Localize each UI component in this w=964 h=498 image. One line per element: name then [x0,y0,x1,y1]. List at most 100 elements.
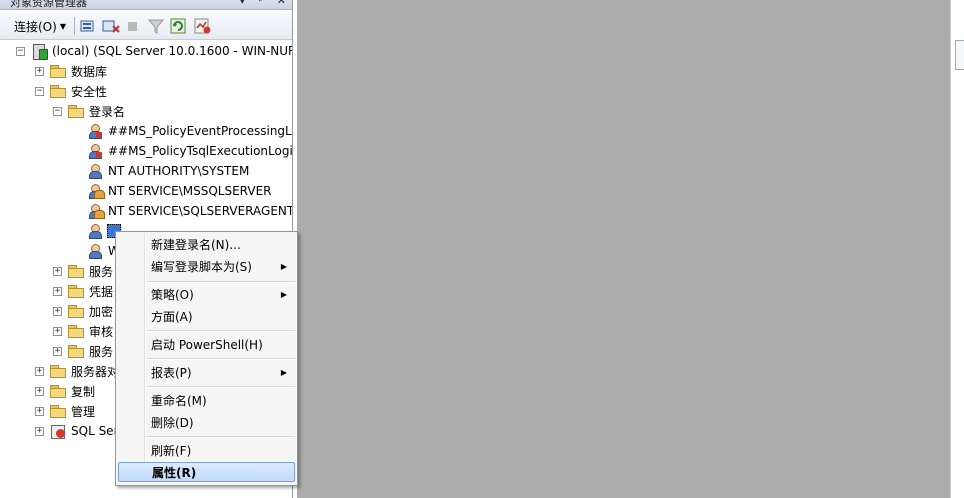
activity-monitor-button[interactable] [194,17,212,35]
node-label: 凭据 [89,284,114,299]
tree-node-databases[interactable]: + 数据库 [35,62,107,80]
tree-node-server[interactable]: − (local) (SQL Server 10.0.1600 - WIN-NU… [16,42,293,60]
stop-button[interactable] [126,17,140,35]
collapse-icon[interactable]: − [35,86,44,96]
databases-label: 数据库 [71,64,108,79]
tree-node-login[interactable]: NT SERVICE\SQLSERVERAGENT [87,202,293,220]
node-label: 服务 [89,344,114,359]
menu-item-label: 属性(R) [152,465,197,480]
close-icon[interactable]: ✕ [277,0,286,7]
tree-node-login[interactable]: ##MS_PolicyTsqlExecutionLogir [87,142,292,160]
filter-button[interactable] [148,17,164,35]
node-label: 服务 [89,264,114,279]
context-menu: 新建登录名(N)... 编写登录脚本为(S) ▶ 策略(O) ▶ 方面(A) 启… [115,231,298,486]
menu-item-delete[interactable]: 删除(D) [118,412,295,432]
server-label: (local) (SQL Server 10.0.1600 - WIN-NUR [52,44,293,58]
folder-icon [68,345,84,358]
login-label: NT SERVICE\MSSQLSERVER [108,184,272,198]
right-tool-strip [950,0,964,498]
login-user-icon [87,243,103,259]
panel-title-bar: 对象资源管理器 ▾ ᵖ ✕ [0,0,292,10]
expand-icon[interactable]: + [35,426,44,436]
panel-dropdown-icon[interactable]: ▾ [240,0,246,7]
menu-item-refresh[interactable]: 刷新(F) [118,440,295,460]
tree-node-security-child[interactable]: + 审核 [53,322,113,340]
tree-node-management[interactable]: + 管理 [35,402,95,420]
menu-item-reports[interactable]: 报表(P) ▶ [118,362,295,382]
refresh-icon [170,18,186,34]
menu-item-label: 重命名(M) [151,393,207,408]
collapse-icon[interactable]: − [16,46,25,56]
tree-node-security-child[interactable]: + 加密 [53,302,113,320]
expand-icon[interactable]: + [53,306,62,316]
expand-icon[interactable]: + [35,66,44,76]
folder-icon [50,365,66,378]
chevron-down-icon: ▼ [59,21,66,31]
menu-item-script-login[interactable]: 编写登录脚本为(S) ▶ [118,256,295,276]
pin-icon[interactable]: ᵖ [259,0,264,7]
folder-icon [50,385,66,398]
expand-icon[interactable]: + [35,406,44,416]
folder-icon [68,105,84,118]
tree-node-security-child[interactable]: + 服务 [53,262,113,280]
panel-title: 对象资源管理器 [10,0,87,9]
activity-monitor-icon [194,18,211,34]
tree-node-security-child[interactable]: + 服务 [53,342,113,360]
folder-icon [50,85,66,98]
expand-icon[interactable]: + [35,366,44,376]
folder-icon [50,405,66,418]
menu-item-rename[interactable]: 重命名(M) [118,390,295,410]
menu-item-label: 启动 PowerShell(H) [151,337,263,352]
disconnect-button[interactable] [102,17,120,35]
expand-icon[interactable]: + [35,386,44,396]
node-label: 服务器对 [71,364,120,379]
menu-item-policies[interactable]: 策略(O) ▶ [118,284,295,304]
tree-node-server-objects[interactable]: + 服务器对 [35,362,119,380]
folder-icon [68,285,84,298]
tree-node-login[interactable]: NT AUTHORITY\SYSTEM [87,162,249,180]
tree-node-login[interactable]: ##MS_PolicyEventProcessingLo [87,122,293,140]
tree-node-login[interactable]: NT SERVICE\MSSQLSERVER [87,182,271,200]
menu-separator [147,436,295,438]
menu-separator [147,386,295,388]
folder-icon [68,325,84,338]
connect-button[interactable]: 连接(O) ▼ [14,17,66,35]
refresh-button[interactable] [170,17,186,35]
filter-icon [148,19,164,34]
expand-icon[interactable]: + [53,266,62,276]
submenu-arrow-icon: ▶ [280,367,287,377]
folder-icon [50,65,66,78]
tree-node-security-child[interactable]: + 凭据 [53,282,113,300]
stop-icon [128,22,137,31]
tree-node-logins[interactable]: − 登录名 [53,102,125,120]
tree-node-sql-agent[interactable]: + SQL Ser [35,422,119,440]
expand-icon[interactable]: + [53,326,62,336]
menu-item-label: 刷新(F) [151,443,192,458]
login-label: NT SERVICE\SQLSERVERAGENT [108,204,293,218]
menu-item-start-powershell[interactable]: 启动 PowerShell(H) [118,334,295,354]
menu-separator [147,358,295,360]
node-label: 加密 [89,304,114,319]
menu-item-label: 报表(P) [151,365,192,380]
menu-item-new-login[interactable]: 新建登录名(N)... [118,234,295,254]
server-icon [31,43,48,60]
menu-item-properties[interactable]: 属性(R) [118,462,295,482]
login-group-icon [87,183,105,199]
tree-node-security[interactable]: − 安全性 [35,82,107,100]
menu-item-label: 方面(A) [151,309,193,324]
collapse-icon[interactable]: − [53,106,62,116]
login-user-icon [87,163,103,179]
connect-object-explorer-button[interactable] [80,17,96,35]
submenu-arrow-icon: ▶ [280,289,287,299]
tool-tab[interactable] [955,40,964,70]
menu-item-facets[interactable]: 方面(A) [118,306,295,326]
expand-icon[interactable]: + [53,346,62,356]
login-user-icon [87,223,103,239]
login-label: ##MS_PolicyEventProcessingLo [108,124,293,138]
logins-label: 登录名 [89,104,126,119]
connect-label: 连接(O) [14,19,57,34]
node-label: 管理 [71,404,96,419]
tree-node-replication[interactable]: + 复制 [35,382,95,400]
expand-icon[interactable]: + [53,286,62,296]
node-label: SQL Ser [71,424,119,438]
